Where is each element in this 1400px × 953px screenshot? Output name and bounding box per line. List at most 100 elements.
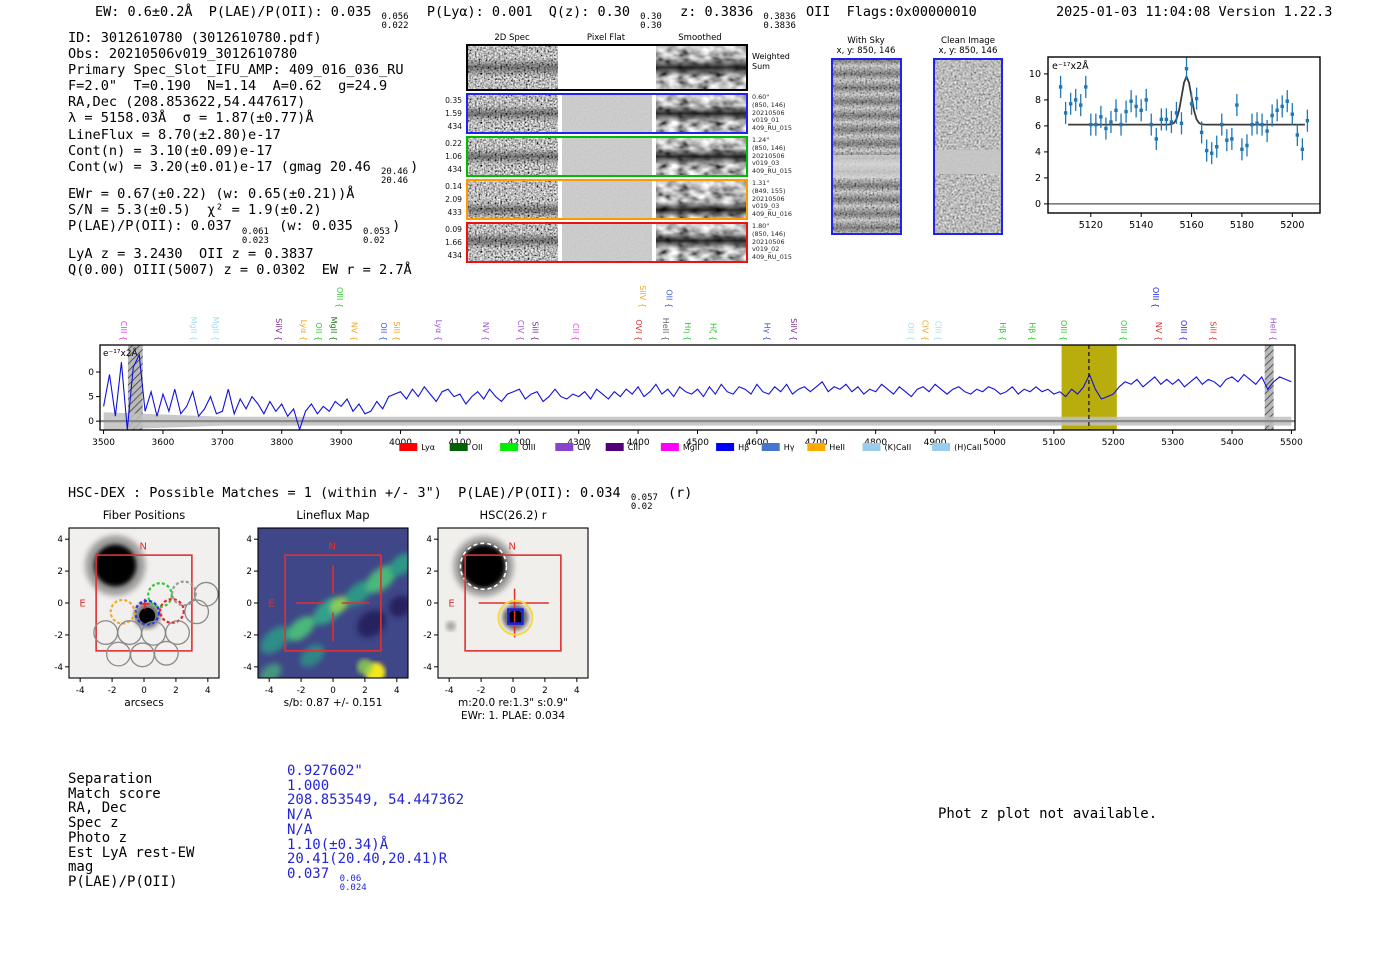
svg-text:4: 4	[426, 535, 432, 545]
cutout-title: Fiber Positions	[103, 508, 186, 522]
lineflux-map-panel: Lineflux Map -4 -4 -2 -2 0 0 2 2 4 4 s/b: 0.87 +/- …	[242, 506, 432, 724]
spec2d-row	[466, 44, 748, 91]
compass-east: E	[268, 599, 274, 610]
spec2d-row-right-labels: 1.80" (850, 146) 20210506 v019_02 409_RU_015	[752, 222, 792, 262]
zoom-spectrum-plot: 5120 5140 5160 5180 5200 0 2 4 6 8 10 e⁻¹⁷x2Å	[1015, 48, 1335, 248]
spec2d-segment-smooth	[656, 181, 746, 218]
spec2d-row	[466, 179, 748, 220]
svg-text:-4: -4	[265, 686, 274, 696]
svg-text:-4: -4	[423, 663, 432, 673]
emission-line-label: SiIV {	[274, 318, 283, 341]
spec2d-row-right-labels: 0.60" (850, 146) 20210506 v019_01 409_RU_015	[752, 93, 792, 133]
info-line: P(LAE)/P(OII): 0.037 0.061 0.023 (w: 0.03…	[68, 218, 401, 246]
emission-line-label: OIII {	[1119, 320, 1128, 341]
match-row-value: 0.927602"	[287, 763, 363, 779]
svg-text:2: 2	[173, 686, 179, 696]
cutout-title: Lineflux Map	[296, 508, 369, 522]
legend-item: OII	[449, 443, 483, 452]
svg-text:0: 0	[141, 686, 147, 696]
spec2d-header-pixelflat: Pixel Flat	[586, 33, 626, 43]
spec2d-row-left-labels: 0.09 1.66 434	[445, 225, 462, 260]
svg-text:5100: 5100	[1042, 438, 1065, 448]
compass-north: N	[328, 541, 335, 552]
svg-text:-2: -2	[297, 686, 306, 696]
match-row-label: P(LAE)/P(OII)	[68, 873, 178, 890]
fiber-positions-panel: Fiber Positions -4 -4 -2 -2 0 0 2 2 4 4 arcsecs N E	[53, 506, 243, 724]
svg-text:-2: -2	[54, 631, 63, 641]
info-line: Cont(w) = 3.20(±0.01)e-17 (gmag 20.46 20…	[68, 158, 419, 187]
legend-item: Lyα	[399, 443, 435, 452]
match-row-value: 1.000	[287, 777, 330, 794]
svg-text:5180: 5180	[1230, 220, 1254, 231]
svg-text:-2: -2	[423, 631, 432, 641]
detection-info-block: ID: 3012610780 (3012610780.pdf) Obs: 2021…	[68, 30, 418, 278]
svg-text:2: 2	[246, 567, 252, 577]
emission-line-label: OIII {	[1151, 287, 1160, 308]
info-line: RA,Dec (208.853622,54.447617)	[68, 94, 306, 111]
emission-line-label: Hη {	[683, 322, 692, 341]
spec2d-row	[466, 93, 748, 134]
svg-text:0: 0	[330, 686, 336, 696]
svg-text:2: 2	[542, 686, 548, 696]
stacked-uncertainty: 0.056 0.022	[381, 12, 409, 32]
match-row-value: 20.41(20.40,20.41)R	[287, 851, 448, 868]
legend-item: Hβ	[716, 443, 749, 452]
svg-text:(H)CaII: (H)CaII	[954, 443, 981, 452]
spec2d-segment-noisy	[468, 95, 558, 132]
svg-text:HeII: HeII	[829, 443, 845, 452]
svg-text:4: 4	[246, 535, 252, 545]
svg-text:4: 4	[205, 686, 211, 696]
emission-line-label: CIII {	[934, 321, 943, 341]
emission-line-label: SiII {	[392, 321, 401, 341]
svg-text:5200: 5200	[1280, 220, 1304, 231]
svg-text:5160: 5160	[1179, 220, 1203, 231]
spec2d-row	[466, 222, 748, 263]
clean-image-title: Clean Image x, y: 850, 146	[928, 36, 1008, 56]
match-row-label: Match score	[68, 785, 161, 802]
emission-line-label: SiII {	[1209, 321, 1218, 341]
spec2d-segment-noisy	[468, 138, 558, 175]
svg-text:CIII: CIII	[628, 443, 641, 452]
with-sky-title: With Sky x, y: 850, 146	[826, 36, 906, 56]
legend-item: Hγ	[761, 443, 795, 452]
svg-text:4: 4	[574, 686, 580, 696]
summary-header-line: EW: 0.6±0.2Å P(LAE)/P(OII): 0.035 0.056 0…	[95, 4, 977, 32]
spec2d-segment-smooth	[656, 138, 746, 175]
svg-text:OII: OII	[472, 443, 483, 452]
info-line: Primary Spec_Slot_IFU_AMP: 409_016_036_R…	[68, 62, 404, 79]
match-table-labels: Separation Match score RA, Dec Spec z Photo …	[68, 772, 194, 890]
spec2d-segment-noisy	[468, 224, 558, 261]
svg-text:5500: 5500	[1280, 438, 1303, 448]
info-line: Obs: 20210506v019_3012610780	[68, 46, 298, 63]
spec2d-segment-flat	[562, 95, 652, 132]
svg-text:10: 10	[1029, 69, 1041, 80]
cutout-xlabel: m:20.0 re:1.3" s:0.9"	[458, 697, 568, 709]
emission-line-label: Hβ {	[998, 322, 1007, 341]
emission-line-label: SiII {	[530, 321, 539, 341]
with-sky-image	[831, 58, 902, 235]
main-spectrum-plot: 3500360037003800390040004100420043004400…	[88, 262, 1313, 467]
stacked-uncertainty: 0.053 0.02	[363, 226, 391, 246]
svg-text:Lyα: Lyα	[421, 443, 435, 452]
svg-text:2: 2	[57, 567, 63, 577]
spec2d-header-2dspec: 2D Spec	[494, 33, 530, 43]
svg-text:3500: 3500	[92, 438, 115, 448]
svg-text:(K)CaII: (K)CaII	[885, 443, 912, 452]
match-table-values: 0.927602" 1.000 208.853549, 54.447362 N/A N/…	[287, 764, 464, 893]
info-line: ID: 3012610780 (3012610780.pdf)	[68, 30, 322, 46]
cutout-title: HSC(26.2) r	[480, 508, 547, 522]
emission-line-label: MgII {	[189, 317, 198, 341]
match-row-value: 0.037 0.06 0.024	[287, 865, 367, 894]
emission-line-label: Hβ {	[1028, 322, 1037, 341]
emission-line-label: CIII {	[119, 321, 128, 341]
clean-image	[933, 58, 1003, 235]
match-row-value: 208.853549, 54.447362	[287, 792, 465, 809]
emission-line-label: OIII {	[335, 287, 344, 308]
emission-line-label: HeII {	[661, 318, 670, 341]
svg-text:CIV: CIV	[577, 443, 591, 452]
spec2d-segment-noisy	[468, 46, 558, 89]
emission-line-label: OIII {	[1059, 320, 1068, 341]
with-sky-coords: x, y: 850, 146	[836, 46, 896, 56]
main-plot-ylabel: e⁻¹⁷x2Å	[103, 347, 139, 359]
legend-item: CIV	[555, 443, 591, 452]
